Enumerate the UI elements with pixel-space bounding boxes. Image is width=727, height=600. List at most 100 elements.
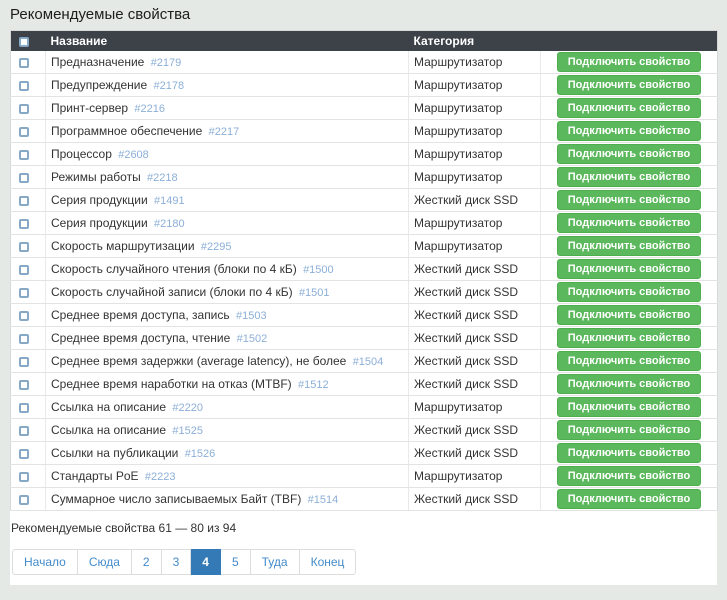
attach-property-button[interactable]: Подключить свойство — [557, 351, 701, 371]
property-id-link[interactable]: #1504 — [353, 356, 384, 368]
attach-property-button[interactable]: Подключить свойство — [557, 443, 701, 463]
attach-property-button[interactable]: Подключить свойство — [557, 420, 701, 440]
table-row: Среднее время доступа, чтение #1502 Жест… — [11, 327, 718, 350]
table-row: Скорость случайного чтения (блоки по 4 к… — [11, 258, 718, 281]
pagination-item[interactable]: 3 — [162, 549, 192, 575]
table-row: Принт-сервер #2216 Маршрутизатор Подключ… — [11, 97, 718, 120]
attach-property-button[interactable]: Подключить свойство — [557, 98, 701, 118]
pagination-item[interactable]: 2 — [132, 549, 162, 575]
table-row: Скорость случайной записи (блоки по 4 кБ… — [11, 281, 718, 304]
row-checkbox[interactable] — [19, 173, 29, 183]
row-checkbox[interactable] — [19, 334, 29, 344]
row-checkbox[interactable] — [19, 403, 29, 413]
pagination-item[interactable]: 5 — [221, 549, 251, 575]
row-checkbox[interactable] — [19, 127, 29, 137]
category-cell: Маршрутизатор — [409, 465, 541, 488]
property-id-link[interactable]: #2179 — [151, 57, 182, 69]
table-row: Среднее время доступа, запись #1503 Жест… — [11, 304, 718, 327]
property-name: Предназначение — [51, 55, 148, 69]
property-id-link[interactable]: #1525 — [172, 425, 203, 437]
pagination-item[interactable]: Сюда — [78, 549, 132, 575]
property-id-link[interactable]: #1503 — [236, 310, 267, 322]
row-checkbox[interactable] — [19, 426, 29, 436]
table-row: Суммарное число записываемых Байт (TBF) … — [11, 488, 718, 511]
page: Рекомендуемые свойства Название Категори… — [0, 0, 727, 600]
row-checkbox[interactable] — [19, 104, 29, 114]
pagination-link[interactable]: 3 — [162, 550, 191, 574]
attach-property-button[interactable]: Подключить свойство — [557, 282, 701, 302]
property-id-link[interactable]: #1502 — [237, 333, 268, 345]
property-name: Предупреждение — [51, 78, 150, 92]
attach-property-button[interactable]: Подключить свойство — [557, 121, 701, 141]
property-id-link[interactable]: #1491 — [154, 195, 185, 207]
row-checkbox[interactable] — [19, 380, 29, 390]
property-id-link[interactable]: #2180 — [154, 218, 185, 230]
pagination-link[interactable]: Сюда — [78, 550, 131, 574]
attach-property-button[interactable]: Подключить свойство — [557, 167, 701, 187]
property-id-link[interactable]: #2295 — [201, 241, 232, 253]
table-row: Среднее время наработки на отказ (MTBF) … — [11, 373, 718, 396]
pagination-item[interactable]: Начало — [12, 549, 78, 575]
attach-property-button[interactable]: Подключить свойство — [557, 213, 701, 233]
table-body: Предназначение #2179 Маршрутизатор Подкл… — [11, 51, 718, 511]
property-id-link[interactable]: #2217 — [209, 126, 240, 138]
category-cell: Маршрутизатор — [409, 212, 541, 235]
property-id-link[interactable]: #2218 — [147, 172, 178, 184]
row-checkbox[interactable] — [19, 472, 29, 482]
category-cell: Жесткий диск SSD — [409, 304, 541, 327]
property-id-link[interactable]: #1501 — [299, 287, 330, 299]
property-id-link[interactable]: #2216 — [134, 103, 165, 115]
property-id-link[interactable]: #1500 — [303, 264, 334, 276]
property-id-link[interactable]: #2178 — [153, 80, 184, 92]
pagination-link[interactable]: Конец — [300, 550, 356, 574]
pagination-item[interactable]: Конец — [300, 549, 357, 575]
pagination-item[interactable]: 4 — [191, 549, 221, 575]
property-name: Программное обеспечение — [51, 124, 206, 138]
attach-property-button[interactable]: Подключить свойство — [557, 190, 701, 210]
table-row: Ссылка на описание #1525 Жесткий диск SS… — [11, 419, 718, 442]
property-id-link[interactable]: #1514 — [308, 494, 339, 506]
row-checkbox[interactable] — [19, 288, 29, 298]
row-checkbox[interactable] — [19, 242, 29, 252]
attach-property-button[interactable]: Подключить свойство — [557, 75, 701, 95]
row-checkbox[interactable] — [19, 495, 29, 505]
row-checkbox[interactable] — [19, 449, 29, 459]
pagination-link[interactable]: 4 — [191, 550, 220, 574]
attach-property-button[interactable]: Подключить свойство — [557, 466, 701, 486]
property-name: Принт-сервер — [51, 101, 131, 115]
table-row: Скорость маршрутизации #2295 Маршрутизат… — [11, 235, 718, 258]
attach-property-button[interactable]: Подключить свойство — [557, 305, 701, 325]
pagination-link[interactable]: 5 — [221, 550, 250, 574]
attach-property-button[interactable]: Подключить свойство — [557, 144, 701, 164]
column-header-name: Название — [46, 31, 409, 51]
attach-property-button[interactable]: Подключить свойство — [557, 52, 701, 72]
attach-property-button[interactable]: Подключить свойство — [557, 259, 701, 279]
property-id-link[interactable]: #1512 — [298, 379, 329, 391]
pagination-item[interactable]: Туда — [251, 549, 300, 575]
table-row: Процессор #2608 Маршрутизатор Подключить… — [11, 143, 718, 166]
attach-property-button[interactable]: Подключить свойство — [557, 328, 701, 348]
attach-property-button[interactable]: Подключить свойство — [557, 374, 701, 394]
pagination-link[interactable]: Начало — [13, 550, 77, 574]
row-checkbox[interactable] — [19, 58, 29, 68]
row-checkbox[interactable] — [19, 265, 29, 275]
property-id-link[interactable]: #2220 — [172, 402, 203, 414]
property-id-link[interactable]: #2608 — [118, 149, 149, 161]
row-checkbox[interactable] — [19, 357, 29, 367]
pagination-link[interactable]: Туда — [251, 550, 299, 574]
pagination-link[interactable]: 2 — [132, 550, 161, 574]
select-all-checkbox[interactable] — [19, 37, 29, 47]
attach-property-button[interactable]: Подключить свойство — [557, 236, 701, 256]
row-checkbox[interactable] — [19, 196, 29, 206]
table-header-row: Название Категория — [11, 31, 718, 51]
property-id-link[interactable]: #2223 — [145, 471, 176, 483]
attach-property-button[interactable]: Подключить свойство — [557, 489, 701, 509]
row-checkbox[interactable] — [19, 219, 29, 229]
row-checkbox[interactable] — [19, 311, 29, 321]
attach-property-button[interactable]: Подключить свойство — [557, 397, 701, 417]
row-checkbox[interactable] — [19, 150, 29, 160]
category-cell: Жесткий диск SSD — [409, 258, 541, 281]
row-checkbox[interactable] — [19, 81, 29, 91]
property-id-link[interactable]: #1526 — [185, 448, 216, 460]
property-name: Скорость случайного чтения (блоки по 4 к… — [51, 262, 300, 276]
